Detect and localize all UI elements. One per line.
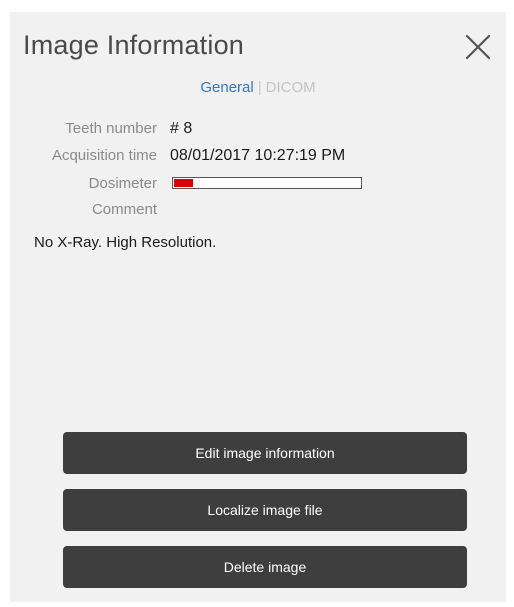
- acquisition-time-row: Acquisition time 08/01/2017 10:27:19 PM: [10, 147, 506, 169]
- dosimeter-bar: [172, 177, 362, 189]
- tab-dicom[interactable]: DICOM: [266, 79, 316, 96]
- comment-value: No X-Ray. High Resolution.: [34, 234, 217, 251]
- acquisition-time-value: 08/01/2017 10:27:19 PM: [170, 147, 346, 164]
- teeth-number-value: # 8: [170, 120, 193, 137]
- tab-separator: |: [257, 79, 262, 96]
- teeth-number-label: Teeth number: [65, 120, 157, 137]
- dosimeter-label: Dosimeter: [88, 175, 157, 192]
- tab-general[interactable]: General: [200, 79, 253, 96]
- delete-image-button[interactable]: Delete image: [63, 546, 467, 588]
- dosimeter-fill: [174, 179, 193, 187]
- close-icon[interactable]: [460, 29, 496, 65]
- edit-image-information-button[interactable]: Edit image information: [63, 432, 467, 474]
- close-icon-glyph: [465, 34, 491, 60]
- tab-bar: General | DICOM: [10, 79, 506, 96]
- localize-image-file-button[interactable]: Localize image file: [63, 489, 467, 531]
- comment-label: Comment: [91, 201, 157, 218]
- acquisition-time-label: Acquisition time: [51, 147, 157, 164]
- image-information-dialog: Image Information General | DICOM Teeth nu…: [10, 12, 506, 602]
- teeth-number-row: Teeth number # 8: [10, 120, 506, 142]
- comment-row: Comment: [10, 201, 506, 223]
- dialog-title: Image Information: [23, 30, 245, 60]
- dosimeter-row: Dosimeter: [10, 175, 506, 197]
